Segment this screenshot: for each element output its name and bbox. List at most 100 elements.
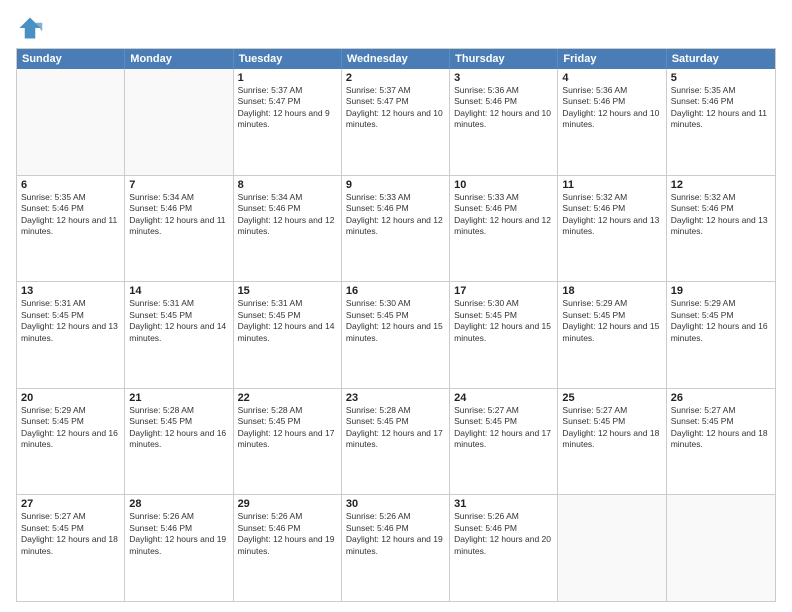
day-number: 20 xyxy=(21,392,120,404)
calendar-cell-2-1: 14Sunrise: 5:31 AM Sunset: 5:45 PM Dayli… xyxy=(125,282,233,388)
day-info: Sunrise: 5:33 AM Sunset: 5:46 PM Dayligh… xyxy=(346,192,445,238)
day-number: 30 xyxy=(346,498,445,510)
day-number: 6 xyxy=(21,179,120,191)
day-number: 29 xyxy=(238,498,337,510)
day-number: 28 xyxy=(129,498,228,510)
day-number: 4 xyxy=(562,72,661,84)
day-number: 17 xyxy=(454,285,553,297)
day-number: 14 xyxy=(129,285,228,297)
day-number: 21 xyxy=(129,392,228,404)
day-info: Sunrise: 5:31 AM Sunset: 5:45 PM Dayligh… xyxy=(238,298,337,344)
day-info: Sunrise: 5:34 AM Sunset: 5:46 PM Dayligh… xyxy=(129,192,228,238)
logo-icon xyxy=(16,14,44,42)
calendar-cell-0-6: 5Sunrise: 5:35 AM Sunset: 5:46 PM Daylig… xyxy=(667,69,775,175)
day-info: Sunrise: 5:29 AM Sunset: 5:45 PM Dayligh… xyxy=(21,405,120,451)
day-info: Sunrise: 5:27 AM Sunset: 5:45 PM Dayligh… xyxy=(671,405,771,451)
calendar-cell-4-0: 27Sunrise: 5:27 AM Sunset: 5:45 PM Dayli… xyxy=(17,495,125,601)
day-info: Sunrise: 5:37 AM Sunset: 5:47 PM Dayligh… xyxy=(238,85,337,131)
calendar-cell-4-3: 30Sunrise: 5:26 AM Sunset: 5:46 PM Dayli… xyxy=(342,495,450,601)
calendar-cell-0-4: 3Sunrise: 5:36 AM Sunset: 5:46 PM Daylig… xyxy=(450,69,558,175)
calendar-cell-2-0: 13Sunrise: 5:31 AM Sunset: 5:45 PM Dayli… xyxy=(17,282,125,388)
calendar-cell-2-2: 15Sunrise: 5:31 AM Sunset: 5:45 PM Dayli… xyxy=(234,282,342,388)
header-day-friday: Friday xyxy=(558,49,666,69)
day-info: Sunrise: 5:29 AM Sunset: 5:45 PM Dayligh… xyxy=(671,298,771,344)
calendar-cell-1-2: 8Sunrise: 5:34 AM Sunset: 5:46 PM Daylig… xyxy=(234,176,342,282)
day-number: 2 xyxy=(346,72,445,84)
calendar-cell-0-0 xyxy=(17,69,125,175)
day-info: Sunrise: 5:30 AM Sunset: 5:45 PM Dayligh… xyxy=(454,298,553,344)
day-number: 26 xyxy=(671,392,771,404)
day-info: Sunrise: 5:32 AM Sunset: 5:46 PM Dayligh… xyxy=(562,192,661,238)
day-number: 31 xyxy=(454,498,553,510)
day-info: Sunrise: 5:28 AM Sunset: 5:45 PM Dayligh… xyxy=(346,405,445,451)
day-number: 18 xyxy=(562,285,661,297)
calendar-cell-1-4: 10Sunrise: 5:33 AM Sunset: 5:46 PM Dayli… xyxy=(450,176,558,282)
day-number: 13 xyxy=(21,285,120,297)
header-day-monday: Monday xyxy=(125,49,233,69)
header-day-thursday: Thursday xyxy=(450,49,558,69)
day-info: Sunrise: 5:26 AM Sunset: 5:46 PM Dayligh… xyxy=(454,511,553,557)
calendar-cell-2-5: 18Sunrise: 5:29 AM Sunset: 5:45 PM Dayli… xyxy=(558,282,666,388)
day-number: 23 xyxy=(346,392,445,404)
calendar-cell-1-0: 6Sunrise: 5:35 AM Sunset: 5:46 PM Daylig… xyxy=(17,176,125,282)
calendar-cell-0-3: 2Sunrise: 5:37 AM Sunset: 5:47 PM Daylig… xyxy=(342,69,450,175)
calendar-cell-3-4: 24Sunrise: 5:27 AM Sunset: 5:45 PM Dayli… xyxy=(450,389,558,495)
logo xyxy=(16,14,48,42)
day-info: Sunrise: 5:26 AM Sunset: 5:46 PM Dayligh… xyxy=(346,511,445,557)
calendar-cell-3-2: 22Sunrise: 5:28 AM Sunset: 5:45 PM Dayli… xyxy=(234,389,342,495)
calendar-cell-4-1: 28Sunrise: 5:26 AM Sunset: 5:46 PM Dayli… xyxy=(125,495,233,601)
calendar-cell-4-4: 31Sunrise: 5:26 AM Sunset: 5:46 PM Dayli… xyxy=(450,495,558,601)
day-number: 12 xyxy=(671,179,771,191)
calendar-row-4: 27Sunrise: 5:27 AM Sunset: 5:45 PM Dayli… xyxy=(17,494,775,601)
calendar-cell-4-2: 29Sunrise: 5:26 AM Sunset: 5:46 PM Dayli… xyxy=(234,495,342,601)
day-info: Sunrise: 5:27 AM Sunset: 5:45 PM Dayligh… xyxy=(454,405,553,451)
header-day-saturday: Saturday xyxy=(667,49,775,69)
header-day-wednesday: Wednesday xyxy=(342,49,450,69)
day-info: Sunrise: 5:35 AM Sunset: 5:46 PM Dayligh… xyxy=(21,192,120,238)
calendar-cell-1-1: 7Sunrise: 5:34 AM Sunset: 5:46 PM Daylig… xyxy=(125,176,233,282)
calendar-cell-3-1: 21Sunrise: 5:28 AM Sunset: 5:45 PM Dayli… xyxy=(125,389,233,495)
calendar-cell-2-3: 16Sunrise: 5:30 AM Sunset: 5:45 PM Dayli… xyxy=(342,282,450,388)
day-info: Sunrise: 5:30 AM Sunset: 5:45 PM Dayligh… xyxy=(346,298,445,344)
day-number: 10 xyxy=(454,179,553,191)
day-number: 11 xyxy=(562,179,661,191)
day-number: 25 xyxy=(562,392,661,404)
day-number: 22 xyxy=(238,392,337,404)
day-info: Sunrise: 5:26 AM Sunset: 5:46 PM Dayligh… xyxy=(129,511,228,557)
calendar-cell-0-5: 4Sunrise: 5:36 AM Sunset: 5:46 PM Daylig… xyxy=(558,69,666,175)
day-number: 8 xyxy=(238,179,337,191)
day-number: 27 xyxy=(21,498,120,510)
header-day-sunday: Sunday xyxy=(17,49,125,69)
day-number: 16 xyxy=(346,285,445,297)
page: SundayMondayTuesdayWednesdayThursdayFrid… xyxy=(0,0,792,612)
calendar-body: 1Sunrise: 5:37 AM Sunset: 5:47 PM Daylig… xyxy=(17,69,775,601)
header xyxy=(16,10,776,42)
day-info: Sunrise: 5:28 AM Sunset: 5:45 PM Dayligh… xyxy=(129,405,228,451)
day-number: 9 xyxy=(346,179,445,191)
day-info: Sunrise: 5:37 AM Sunset: 5:47 PM Dayligh… xyxy=(346,85,445,131)
calendar-cell-4-6 xyxy=(667,495,775,601)
calendar-cell-3-3: 23Sunrise: 5:28 AM Sunset: 5:45 PM Dayli… xyxy=(342,389,450,495)
day-number: 1 xyxy=(238,72,337,84)
calendar-cell-2-4: 17Sunrise: 5:30 AM Sunset: 5:45 PM Dayli… xyxy=(450,282,558,388)
day-info: Sunrise: 5:36 AM Sunset: 5:46 PM Dayligh… xyxy=(454,85,553,131)
calendar-cell-1-5: 11Sunrise: 5:32 AM Sunset: 5:46 PM Dayli… xyxy=(558,176,666,282)
day-number: 15 xyxy=(238,285,337,297)
day-info: Sunrise: 5:26 AM Sunset: 5:46 PM Dayligh… xyxy=(238,511,337,557)
calendar: SundayMondayTuesdayWednesdayThursdayFrid… xyxy=(16,48,776,602)
calendar-cell-3-0: 20Sunrise: 5:29 AM Sunset: 5:45 PM Dayli… xyxy=(17,389,125,495)
day-number: 7 xyxy=(129,179,228,191)
day-info: Sunrise: 5:31 AM Sunset: 5:45 PM Dayligh… xyxy=(21,298,120,344)
day-info: Sunrise: 5:27 AM Sunset: 5:45 PM Dayligh… xyxy=(562,405,661,451)
header-day-tuesday: Tuesday xyxy=(234,49,342,69)
calendar-cell-2-6: 19Sunrise: 5:29 AM Sunset: 5:45 PM Dayli… xyxy=(667,282,775,388)
calendar-row-3: 20Sunrise: 5:29 AM Sunset: 5:45 PM Dayli… xyxy=(17,388,775,495)
calendar-row-2: 13Sunrise: 5:31 AM Sunset: 5:45 PM Dayli… xyxy=(17,281,775,388)
day-info: Sunrise: 5:28 AM Sunset: 5:45 PM Dayligh… xyxy=(238,405,337,451)
calendar-row-0: 1Sunrise: 5:37 AM Sunset: 5:47 PM Daylig… xyxy=(17,69,775,175)
day-info: Sunrise: 5:34 AM Sunset: 5:46 PM Dayligh… xyxy=(238,192,337,238)
calendar-cell-3-6: 26Sunrise: 5:27 AM Sunset: 5:45 PM Dayli… xyxy=(667,389,775,495)
calendar-cell-1-3: 9Sunrise: 5:33 AM Sunset: 5:46 PM Daylig… xyxy=(342,176,450,282)
day-info: Sunrise: 5:27 AM Sunset: 5:45 PM Dayligh… xyxy=(21,511,120,557)
calendar-cell-0-1 xyxy=(125,69,233,175)
